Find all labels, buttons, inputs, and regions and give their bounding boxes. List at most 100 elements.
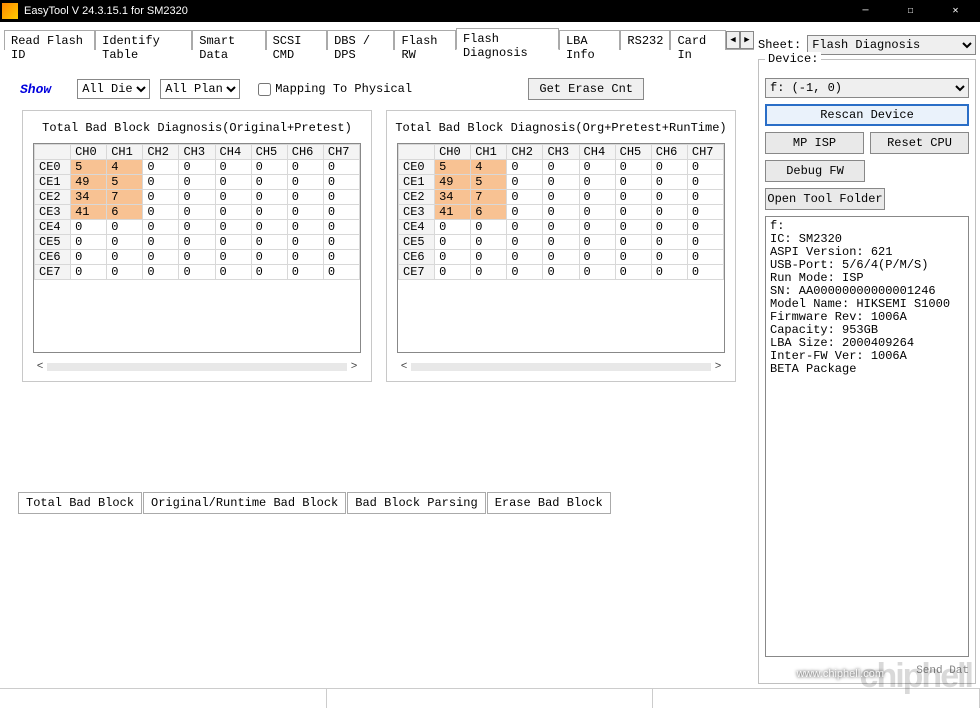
table-row[interactable]: CE400000000	[35, 220, 360, 235]
cell[interactable]: 0	[215, 235, 251, 250]
cell[interactable]: 0	[615, 190, 651, 205]
cell[interactable]: 0	[543, 250, 579, 265]
cell[interactable]: 0	[215, 220, 251, 235]
tab-flash-rw[interactable]: Flash RW	[394, 30, 455, 50]
cell[interactable]: 0	[507, 250, 543, 265]
cell[interactable]: 0	[651, 160, 687, 175]
table-row[interactable]: CE500000000	[35, 235, 360, 250]
tab-rs232[interactable]: RS232	[620, 30, 670, 50]
mapping-checkbox[interactable]	[258, 83, 271, 96]
subtab-erase-bad-block[interactable]: Erase Bad Block	[487, 492, 611, 514]
cell[interactable]: 0	[579, 205, 615, 220]
cell[interactable]: 0	[651, 250, 687, 265]
cell[interactable]: 0	[323, 190, 359, 205]
debug-fw-button[interactable]: Debug FW	[765, 160, 865, 182]
cell[interactable]: 0	[71, 250, 107, 265]
cell[interactable]: 0	[507, 190, 543, 205]
plane-select[interactable]: All Plan	[160, 79, 240, 99]
cell[interactable]: 0	[507, 160, 543, 175]
cell[interactable]: 34	[435, 190, 471, 205]
cell[interactable]: 0	[579, 175, 615, 190]
cell[interactable]: 0	[143, 205, 179, 220]
cell[interactable]: 0	[507, 220, 543, 235]
hscroll[interactable]: <>	[397, 359, 725, 375]
cell[interactable]: 0	[543, 235, 579, 250]
cell[interactable]: 0	[251, 175, 287, 190]
cell[interactable]: 0	[323, 235, 359, 250]
cell[interactable]: 0	[435, 250, 471, 265]
cell[interactable]: 0	[543, 265, 579, 280]
cell[interactable]: 0	[543, 220, 579, 235]
tab-scroll-left[interactable]: ◀	[726, 31, 740, 49]
cell[interactable]: 0	[615, 235, 651, 250]
diag-grid-2[interactable]: CH0CH1CH2CH3CH4CH5CH6CH7CE054000000CE149…	[398, 144, 724, 280]
cell[interactable]: 4	[471, 160, 507, 175]
cell[interactable]: 7	[471, 190, 507, 205]
cell[interactable]: 0	[107, 265, 143, 280]
cell[interactable]: 0	[215, 175, 251, 190]
tab-smart-data[interactable]: Smart Data	[192, 30, 265, 50]
cell[interactable]: 0	[687, 160, 723, 175]
table-row[interactable]: CE2347000000	[35, 190, 360, 205]
cell[interactable]: 0	[435, 235, 471, 250]
cell[interactable]: 6	[471, 205, 507, 220]
cell[interactable]: 0	[143, 250, 179, 265]
cell[interactable]: 0	[143, 235, 179, 250]
cell[interactable]: 41	[71, 205, 107, 220]
cell[interactable]: 5	[435, 160, 471, 175]
cell[interactable]: 0	[651, 220, 687, 235]
cell[interactable]: 6	[107, 205, 143, 220]
cell[interactable]: 0	[579, 265, 615, 280]
subtab-original-runtime-bad-block[interactable]: Original/Runtime Bad Block	[143, 492, 346, 514]
cell[interactable]: 0	[179, 265, 215, 280]
cell[interactable]: 0	[471, 235, 507, 250]
table-row[interactable]: CE054000000	[35, 160, 360, 175]
cell[interactable]: 0	[543, 160, 579, 175]
diag-grid-1[interactable]: CH0CH1CH2CH3CH4CH5CH6CH7CE054000000CE149…	[34, 144, 360, 280]
cell[interactable]: 0	[507, 205, 543, 220]
cell[interactable]: 34	[71, 190, 107, 205]
cell[interactable]: 0	[507, 235, 543, 250]
table-row[interactable]: CE3416000000	[35, 205, 360, 220]
cell[interactable]: 0	[179, 250, 215, 265]
tab-flash-diagnosis[interactable]: Flash Diagnosis	[456, 28, 559, 50]
table-row[interactable]: CE1495000000	[399, 175, 724, 190]
cell[interactable]: 7	[107, 190, 143, 205]
cell[interactable]: 0	[651, 190, 687, 205]
close-button[interactable]: ✕	[933, 0, 978, 22]
cell[interactable]: 0	[179, 160, 215, 175]
cell[interactable]: 0	[143, 220, 179, 235]
cell[interactable]: 0	[179, 220, 215, 235]
reset-cpu-button[interactable]: Reset CPU	[870, 132, 969, 154]
cell[interactable]: 0	[71, 220, 107, 235]
tab-scroll-right[interactable]: ▶	[740, 31, 754, 49]
cell[interactable]: 0	[107, 250, 143, 265]
cell[interactable]: 0	[471, 250, 507, 265]
rescan-device-button[interactable]: Rescan Device	[765, 104, 969, 126]
cell[interactable]: 0	[507, 175, 543, 190]
cell[interactable]: 0	[615, 220, 651, 235]
cell[interactable]: 0	[323, 265, 359, 280]
cell[interactable]: 0	[435, 265, 471, 280]
cell[interactable]: 5	[71, 160, 107, 175]
table-row[interactable]: CE054000000	[399, 160, 724, 175]
cell[interactable]: 0	[579, 250, 615, 265]
cell[interactable]: 0	[287, 190, 323, 205]
cell[interactable]: 0	[215, 250, 251, 265]
table-row[interactable]: CE1495000000	[35, 175, 360, 190]
subtab-bad-block-parsing[interactable]: Bad Block Parsing	[347, 492, 485, 514]
table-row[interactable]: CE700000000	[399, 265, 724, 280]
die-select[interactable]: All Die	[77, 79, 150, 99]
tab-card-in[interactable]: Card In	[670, 30, 726, 50]
cell[interactable]: 0	[651, 265, 687, 280]
cell[interactable]: 0	[287, 265, 323, 280]
cell[interactable]: 49	[435, 175, 471, 190]
tab-scsi-cmd[interactable]: SCSI CMD	[266, 30, 327, 50]
cell[interactable]: 0	[543, 190, 579, 205]
cell[interactable]: 0	[215, 265, 251, 280]
cell[interactable]: 0	[579, 190, 615, 205]
tab-read-flash-id[interactable]: Read Flash ID	[4, 30, 95, 50]
cell[interactable]: 0	[687, 250, 723, 265]
cell[interactable]: 0	[143, 175, 179, 190]
cell[interactable]: 0	[179, 205, 215, 220]
